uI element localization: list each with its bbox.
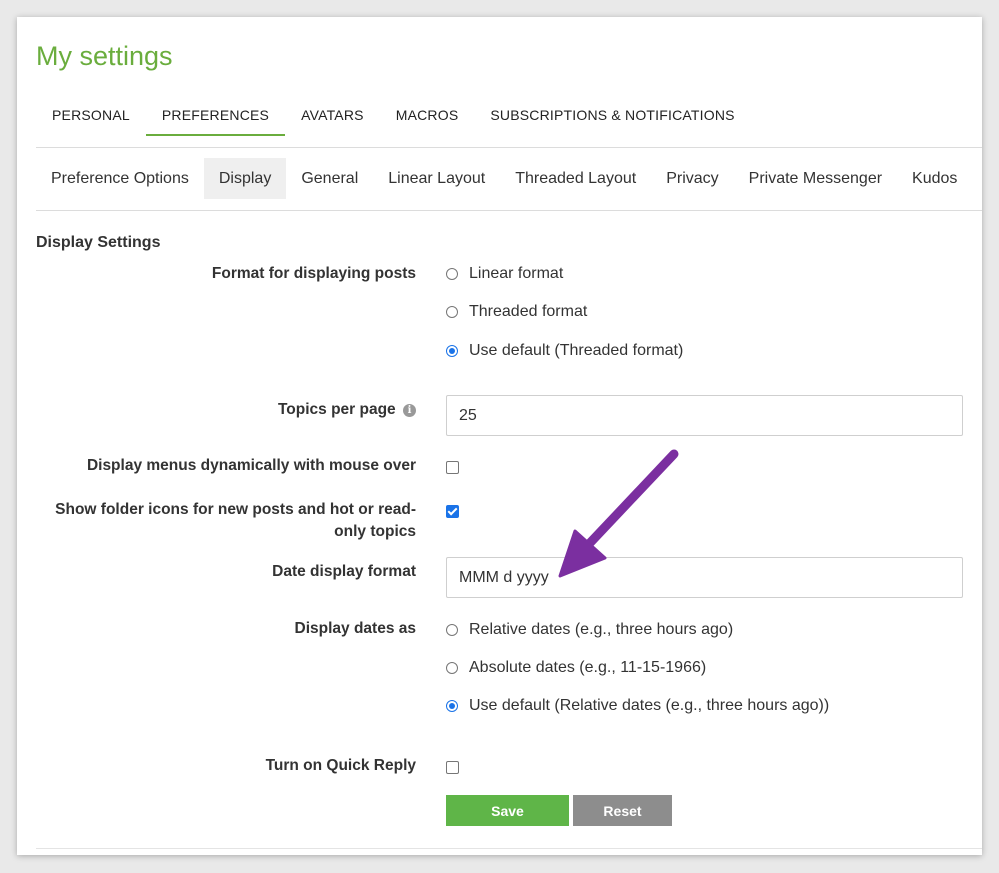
subtab-privacy[interactable]: Privacy [651, 158, 733, 199]
radio-label: Linear format [469, 265, 564, 282]
radio-threaded-format[interactable]: Threaded format [446, 303, 587, 321]
radio-default-dates[interactable]: Use default (Relative dates (e.g., three… [446, 697, 829, 715]
divider [36, 210, 982, 211]
subtab-kudos[interactable]: Kudos [897, 158, 972, 199]
radio-label: Use default (Threaded format) [469, 342, 684, 359]
radio-button-selected[interactable] [446, 345, 458, 357]
topics-per-page-input[interactable] [446, 395, 963, 436]
subtab-general[interactable]: General [286, 158, 373, 199]
radio-relative-dates[interactable]: Relative dates (e.g., three hours ago) [446, 621, 733, 639]
save-button[interactable]: Save [446, 795, 569, 826]
radio-label: Absolute dates (e.g., 11-15-1966) [469, 659, 707, 676]
radio-label: Threaded format [469, 303, 588, 320]
radio-button[interactable] [446, 268, 458, 280]
radio-button[interactable] [446, 306, 458, 318]
topics-per-page-label: Topics per page i [278, 399, 416, 421]
divider [36, 147, 982, 148]
preference-sub-tabs: Preference Options Display General Linea… [36, 158, 972, 199]
radio-button[interactable] [446, 624, 458, 636]
display-menus-checkbox[interactable] [446, 461, 459, 474]
subtab-display[interactable]: Display [203, 158, 287, 199]
section-title: Display Settings [36, 234, 161, 251]
radio-label: Relative dates (e.g., three hours ago) [469, 621, 734, 638]
tab-subscriptions-notifications[interactable]: SUBSCRIPTIONS & NOTIFICATIONS [474, 104, 750, 136]
tab-macros[interactable]: MACROS [380, 104, 475, 136]
quick-reply-checkbox[interactable] [446, 761, 459, 774]
subtab-linear-layout[interactable]: Linear Layout [373, 158, 500, 199]
radio-default-format[interactable]: Use default (Threaded format) [446, 342, 683, 360]
folder-icons-checkbox[interactable] [446, 505, 459, 518]
display-dates-label: Display dates as [294, 620, 416, 637]
subtab-private-messenger[interactable]: Private Messenger [734, 158, 897, 199]
radio-label: Use default (Relative dates (e.g., three… [469, 697, 830, 714]
topics-per-page-text: Topics per page [277, 401, 396, 418]
subtab-threaded-layout[interactable]: Threaded Layout [500, 158, 651, 199]
date-format-label: Date display format [272, 563, 416, 580]
primary-tabs: PERSONAL PREFERENCES AVATARS MACROS SUBS… [36, 104, 751, 136]
date-format-input[interactable] [446, 557, 963, 598]
settings-panel: My settings PERSONAL PREFERENCES AVATARS… [17, 17, 982, 855]
page-title: My settings [36, 41, 173, 71]
tab-preferences[interactable]: PREFERENCES [145, 104, 286, 136]
subtab-preference-options[interactable]: Preference Options [36, 158, 204, 199]
tab-avatars[interactable]: AVATARS [285, 104, 380, 136]
quick-reply-label: Turn on Quick Reply [265, 757, 416, 774]
folder-icons-label: Show folder icons for new posts and hot … [55, 501, 416, 540]
radio-button[interactable] [446, 662, 458, 674]
info-icon[interactable]: i [403, 404, 416, 417]
radio-linear-format[interactable]: Linear format [446, 265, 563, 283]
display-menus-label: Display menus dynamically with mouse ove… [86, 457, 416, 474]
reset-button[interactable]: Reset [573, 795, 672, 826]
format-posts-label: Format for displaying posts [211, 265, 416, 282]
divider [36, 848, 982, 849]
radio-button-selected[interactable] [446, 700, 458, 712]
annotation-arrow-icon [558, 449, 679, 578]
tab-personal[interactable]: PERSONAL [36, 104, 146, 136]
radio-absolute-dates[interactable]: Absolute dates (e.g., 11-15-1966) [446, 659, 706, 677]
